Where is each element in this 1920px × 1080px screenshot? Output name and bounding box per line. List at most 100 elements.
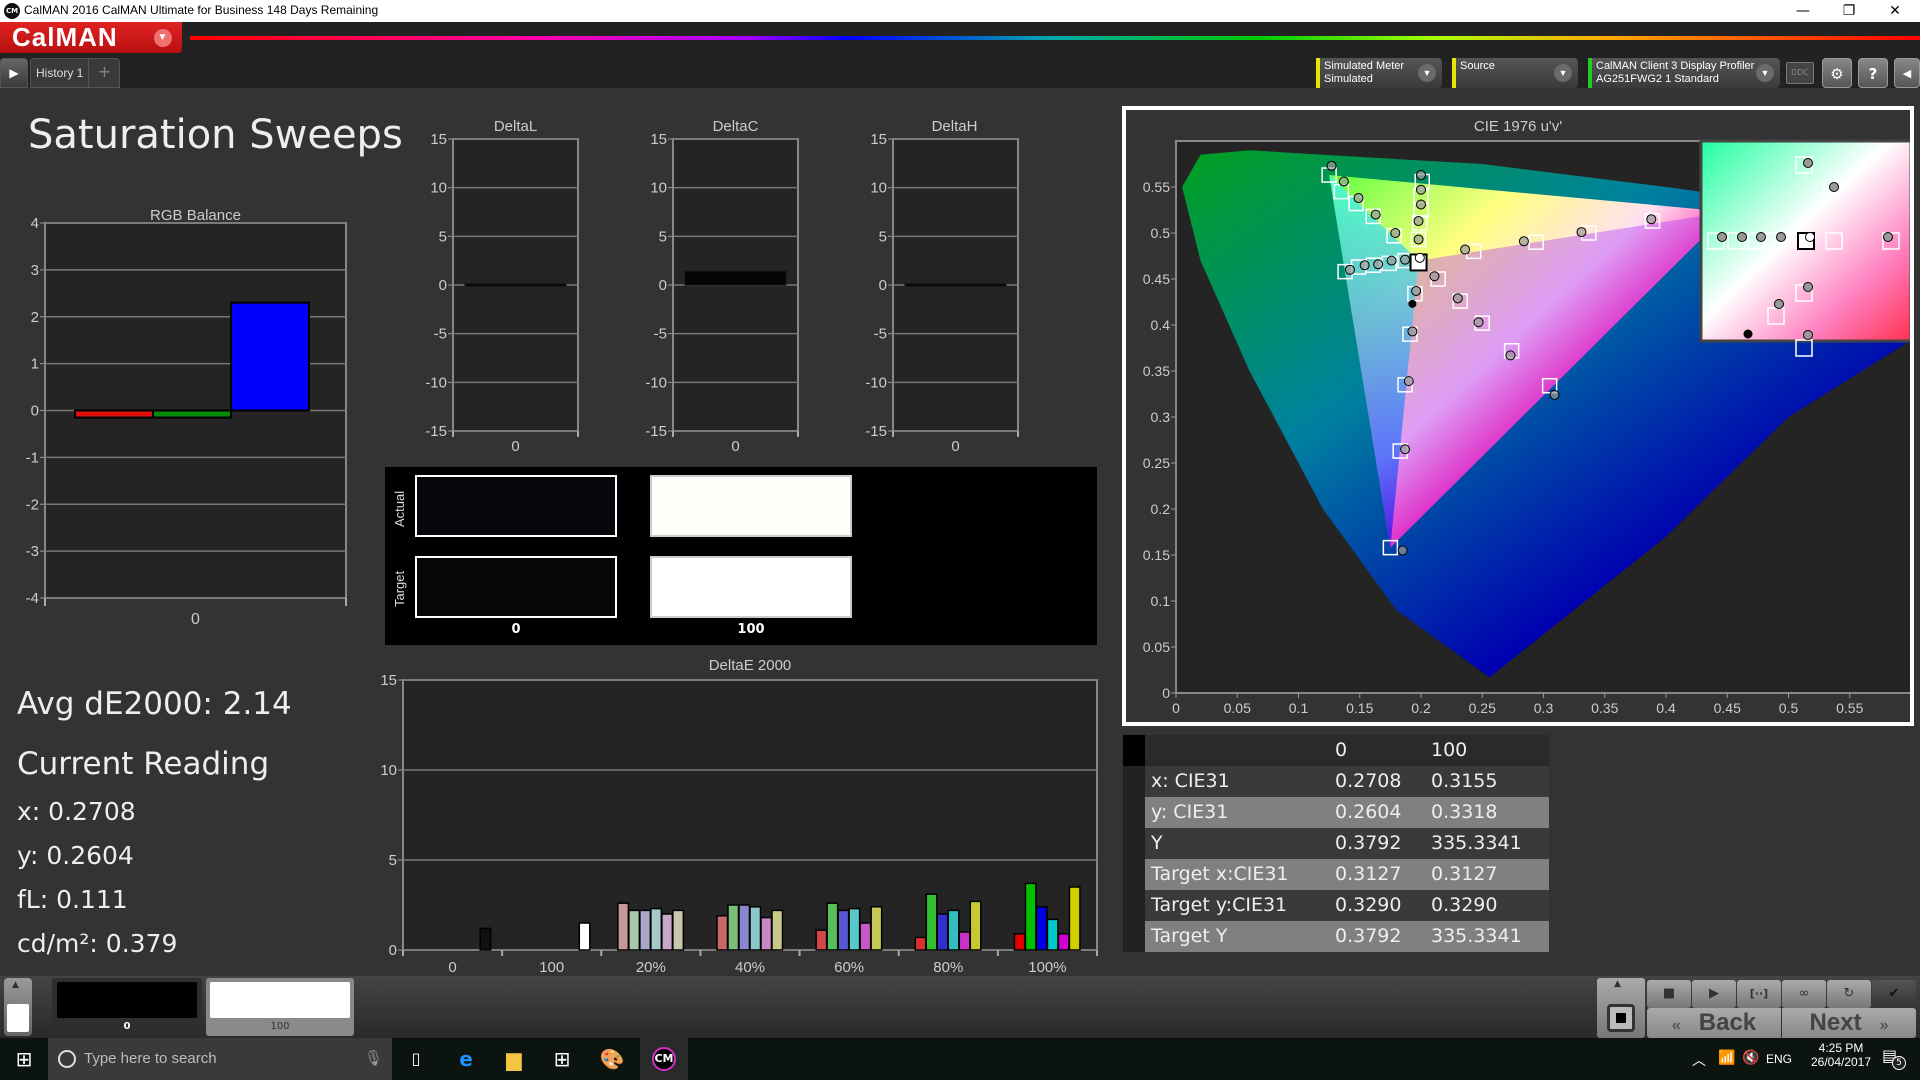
collapse-panel-button[interactable]: ◀ — [1894, 58, 1920, 88]
calman-taskbar-button[interactable]: CM — [640, 1038, 688, 1080]
bar-blue — [230, 301, 310, 412]
cell-value: 0.2604 — [1335, 801, 1402, 823]
display-selector[interactable]: CalMAN Client 3 Display Profiler AG251FW… — [1588, 58, 1780, 88]
double-chevron-right-icon: » — [1879, 1017, 1889, 1034]
expand-sidebar-button[interactable]: ▶ — [0, 58, 28, 88]
row-label: Target Y — [1151, 925, 1228, 947]
minimize-button[interactable]: — — [1780, 0, 1826, 22]
thumb-100[interactable]: 100 — [206, 978, 354, 1036]
measured-point — [1416, 199, 1426, 210]
measured-point — [1549, 389, 1560, 400]
de-bar — [749, 906, 762, 951]
y-tick-label: -15 — [645, 423, 667, 440]
measured-point — [1373, 259, 1384, 270]
ddc-button[interactable]: DDC — [1786, 62, 1814, 84]
task-view-icon: ▯ — [411, 1049, 421, 1068]
y-tick-label: 10 — [650, 180, 667, 197]
store-button[interactable]: ⊞ — [538, 1038, 586, 1080]
de-bar — [848, 907, 861, 951]
cortana-icon — [58, 1050, 76, 1068]
help-icon: ? — [1868, 65, 1878, 83]
edge-button[interactable]: e — [442, 1038, 490, 1080]
measured-point — [1403, 376, 1414, 387]
de-bar — [837, 909, 850, 951]
thumb-label: 0 — [123, 1021, 131, 1032]
paint-button[interactable]: 🎨 — [588, 1038, 636, 1080]
measured-point — [1400, 444, 1411, 455]
palette-icon: 🎨 — [599, 1047, 625, 1071]
source-selector[interactable]: Source ▼ — [1452, 58, 1578, 88]
measured-point — [1397, 545, 1408, 556]
chevron-down-icon: ▼ — [1554, 64, 1572, 82]
clock[interactable]: 4:25 PM 26/04/2017 — [1805, 1041, 1877, 1069]
de-bar — [727, 904, 740, 951]
y-tick-label: 0.15 — [1143, 547, 1170, 563]
start-button[interactable]: ⊞ — [0, 1038, 48, 1080]
tray-overflow-icon[interactable]: ︿ — [1692, 1050, 1706, 1070]
x-tick-label: 0.1 — [1289, 700, 1309, 716]
language-indicator[interactable]: ENG — [1766, 1052, 1792, 1066]
refresh-button[interactable]: ↻ — [1827, 980, 1871, 1008]
y-tick-label: 0.1 — [1151, 593, 1171, 609]
chevron-up-icon: ▲ — [12, 980, 19, 990]
y-tick-label: 10 — [870, 180, 887, 197]
settings-button[interactable]: ⚙ — [1822, 58, 1852, 88]
table-row: Target Y 0.3792 335.3341 — [1123, 921, 1549, 952]
confirm-button[interactable]: ✔ — [1872, 980, 1916, 1008]
action-center-button[interactable]: ▤ 5 — [1882, 1046, 1906, 1070]
help-button[interactable]: ? — [1858, 58, 1888, 88]
cie-chart-panel: CIE 1976 u'v' 0 0.05 0.1 0.15 0.2 0.25 0.3 0.35… — [1122, 106, 1914, 726]
play-button[interactable]: ▶ — [1692, 980, 1736, 1008]
read-series-button[interactable]: [··] — [1737, 980, 1781, 1008]
row-label: Target x:CIE31 — [1151, 863, 1289, 885]
inset-measured-point — [1883, 232, 1893, 242]
close-button[interactable]: ✕ — [1872, 0, 1918, 22]
stop-button[interactable]: ■ — [1647, 980, 1691, 1008]
y-tick-label: 0.25 — [1143, 455, 1170, 471]
volume-muted-icon[interactable]: 🔇 — [1742, 1050, 1759, 1066]
x-tick-label: 0.3 — [1534, 700, 1554, 716]
chevron-down-icon: ▼ — [154, 29, 172, 47]
x-tick-label: 0 — [731, 438, 739, 455]
search-placeholder: Type here to search — [84, 1050, 217, 1067]
table-row: y: CIE31 0.2604 0.3318 — [1123, 797, 1549, 828]
taskbar-search-input[interactable]: Type here to search 🎙 — [48, 1038, 392, 1080]
thumb-swatch — [210, 982, 350, 1018]
restore-button[interactable]: ❐ — [1826, 0, 1872, 22]
y-tick-label: 5 — [659, 228, 667, 245]
meter-selector[interactable]: Simulated Meter Simulated ▼ — [1316, 58, 1442, 88]
de-bar — [1035, 906, 1048, 951]
y-tick-label: -2 — [26, 496, 39, 513]
wifi-icon[interactable]: 📶 — [1718, 1050, 1735, 1066]
swatch-panel-toggle[interactable]: ▲ — [4, 978, 32, 1036]
next-button[interactable]: Next » — [1782, 1008, 1916, 1038]
status-indicator — [1316, 58, 1320, 88]
stop-measure-button[interactable]: ▲ — [1597, 978, 1645, 1038]
calman-menu-button[interactable]: CalMAN ▼ — [0, 22, 182, 53]
y-tick-label: 0.3 — [1151, 409, 1171, 425]
thumb-0[interactable]: 0 — [52, 978, 202, 1036]
measured-point — [1407, 326, 1418, 337]
measured-point — [1646, 214, 1657, 225]
de-bar — [870, 906, 883, 951]
thumb-swatch — [57, 982, 197, 1018]
continuous-button[interactable]: ∞ — [1782, 980, 1826, 1008]
current-color-preview — [7, 1004, 29, 1032]
cell-value: 335.3341 — [1431, 925, 1522, 947]
y-tick-label: 15 — [430, 131, 447, 148]
delta-h-chart: 15 10 5 0 -5 -10 -15 0 — [865, 131, 1019, 455]
y-tick-label: -3 — [26, 543, 39, 560]
task-view-button[interactable]: ▯ — [392, 1038, 440, 1080]
window-title: CalMAN 2016 CalMAN Ultimate for Business… — [24, 3, 379, 17]
x-tick-label: 0 — [951, 438, 959, 455]
file-explorer-button[interactable]: ▆ — [490, 1038, 538, 1080]
target-swatch-0 — [415, 556, 617, 618]
back-button[interactable]: « Back — [1647, 1008, 1781, 1038]
row-header-cell — [1123, 828, 1145, 859]
infinity-icon: ∞ — [1798, 986, 1810, 1001]
add-tab-button[interactable]: + — [88, 58, 120, 88]
logo-text: CalMAN — [12, 22, 118, 52]
measured-point — [1576, 227, 1587, 238]
microphone-icon: 🎙 — [364, 1050, 384, 1067]
y-tick-label: 5 — [879, 228, 887, 245]
